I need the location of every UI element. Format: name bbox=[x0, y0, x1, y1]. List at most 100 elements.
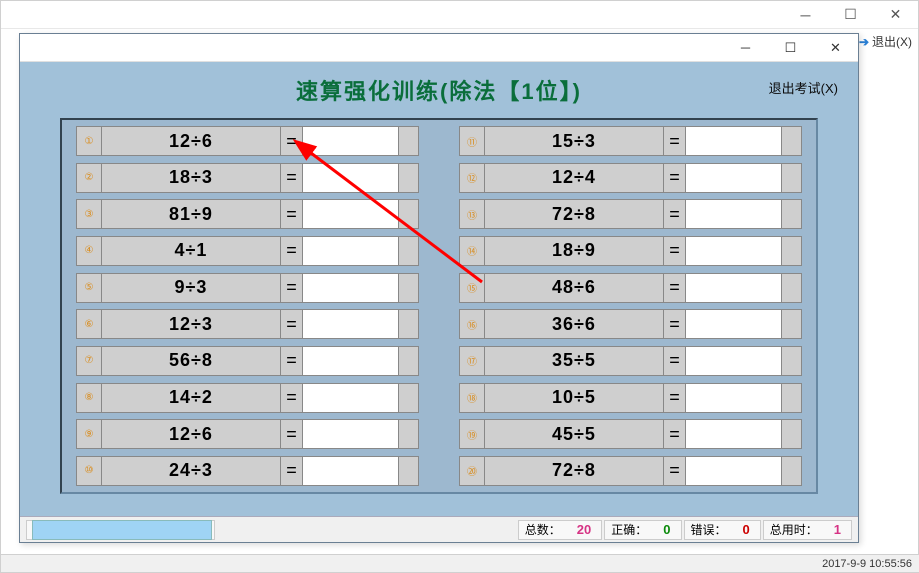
answer-input[interactable] bbox=[303, 456, 399, 486]
result-mark bbox=[399, 273, 419, 303]
wrong-label: 错误： bbox=[685, 521, 733, 538]
answer-input[interactable] bbox=[303, 346, 399, 376]
exit-exam-button[interactable]: 退出考试(X) bbox=[769, 78, 838, 97]
result-mark bbox=[782, 419, 802, 449]
question-expression: 24÷3 bbox=[102, 456, 281, 486]
outer-minimize-button[interactable]: ─ bbox=[783, 1, 828, 29]
answer-input[interactable] bbox=[303, 126, 399, 156]
answer-input[interactable] bbox=[303, 383, 399, 413]
answer-input[interactable] bbox=[686, 346, 782, 376]
question-expression: 15÷3 bbox=[485, 126, 664, 156]
question-row: ②18÷3= bbox=[76, 163, 419, 193]
question-number: ① bbox=[76, 126, 102, 156]
result-mark bbox=[782, 236, 802, 266]
question-number: ⑲ bbox=[459, 419, 485, 449]
question-number: ⑳ bbox=[459, 456, 485, 486]
question-row: ③81÷9= bbox=[76, 199, 419, 229]
equals-sign: = bbox=[281, 236, 303, 266]
outer-exit-button[interactable]: ➔ 退出(X) bbox=[859, 33, 912, 50]
question-number: ② bbox=[76, 163, 102, 193]
answer-input[interactable] bbox=[686, 273, 782, 303]
equals-sign: = bbox=[664, 236, 686, 266]
question-expression: 72÷8 bbox=[485, 456, 664, 486]
question-expression: 48÷6 bbox=[485, 273, 664, 303]
answer-input[interactable] bbox=[686, 236, 782, 266]
equals-sign: = bbox=[664, 309, 686, 339]
question-row: ⑪15÷3= bbox=[459, 126, 802, 156]
equals-sign: = bbox=[664, 456, 686, 486]
question-expression: 81÷9 bbox=[102, 199, 281, 229]
equals-sign: = bbox=[664, 419, 686, 449]
answer-input[interactable] bbox=[303, 163, 399, 193]
answer-input[interactable] bbox=[686, 126, 782, 156]
question-expression: 14÷2 bbox=[102, 383, 281, 413]
total-value: 20 bbox=[567, 522, 601, 537]
question-expression: 4÷1 bbox=[102, 236, 281, 266]
equals-sign: = bbox=[664, 383, 686, 413]
question-expression: 9÷3 bbox=[102, 273, 281, 303]
result-mark bbox=[399, 383, 419, 413]
question-number: ⑧ bbox=[76, 383, 102, 413]
quiz-maximize-button[interactable]: ☐ bbox=[768, 34, 813, 62]
outer-maximize-button[interactable]: ☐ bbox=[828, 1, 873, 29]
equals-sign: = bbox=[281, 346, 303, 376]
result-mark bbox=[782, 456, 802, 486]
outer-exit-label: 退出(X) bbox=[872, 33, 912, 50]
result-mark bbox=[399, 456, 419, 486]
question-number: ③ bbox=[76, 199, 102, 229]
outer-timestamp: 2017-9-9 10:55:56 bbox=[822, 558, 912, 570]
question-expression: 18÷3 bbox=[102, 163, 281, 193]
quiz-titlebar: ─ ☐ ✕ bbox=[20, 34, 858, 62]
equals-sign: = bbox=[281, 309, 303, 339]
question-number: ⑨ bbox=[76, 419, 102, 449]
question-expression: 45÷5 bbox=[485, 419, 664, 449]
equals-sign: = bbox=[281, 419, 303, 449]
status-total: 总数： 20 bbox=[518, 520, 602, 540]
answer-input[interactable] bbox=[686, 309, 782, 339]
equals-sign: = bbox=[664, 126, 686, 156]
question-row: ⑮48÷6= bbox=[459, 273, 802, 303]
question-row: ⑥12÷3= bbox=[76, 309, 419, 339]
question-expression: 12÷4 bbox=[485, 163, 664, 193]
question-number: ⑩ bbox=[76, 456, 102, 486]
equals-sign: = bbox=[664, 346, 686, 376]
question-number: ⑥ bbox=[76, 309, 102, 339]
equals-sign: = bbox=[664, 199, 686, 229]
question-expression: 10÷5 bbox=[485, 383, 664, 413]
answer-input[interactable] bbox=[686, 163, 782, 193]
exit-arrow-icon: ➔ bbox=[859, 35, 869, 49]
time-value: 1 bbox=[824, 522, 851, 537]
quiz-minimize-button[interactable]: ─ bbox=[723, 34, 768, 62]
answer-input[interactable] bbox=[686, 456, 782, 486]
answer-input[interactable] bbox=[303, 236, 399, 266]
answer-input[interactable] bbox=[686, 383, 782, 413]
question-number: ⑯ bbox=[459, 309, 485, 339]
question-row: ⑰35÷5= bbox=[459, 346, 802, 376]
answer-input[interactable] bbox=[686, 419, 782, 449]
answer-input[interactable] bbox=[303, 199, 399, 229]
question-row: ⑦56÷8= bbox=[76, 346, 419, 376]
correct-value: 0 bbox=[653, 522, 680, 537]
answer-input[interactable] bbox=[686, 199, 782, 229]
question-row: ⑨12÷6= bbox=[76, 419, 419, 449]
outer-close-button[interactable]: ✕ bbox=[873, 1, 918, 29]
answer-input[interactable] bbox=[303, 419, 399, 449]
question-row: ⑫12÷4= bbox=[459, 163, 802, 193]
answer-input[interactable] bbox=[303, 309, 399, 339]
question-expression: 35÷5 bbox=[485, 346, 664, 376]
question-row: ⑱10÷5= bbox=[459, 383, 802, 413]
quiz-body: 速算强化训练(除法【1位】) 退出考试(X) ①12÷6=②18÷3=③81÷9… bbox=[20, 62, 858, 542]
question-expression: 72÷8 bbox=[485, 199, 664, 229]
question-column-right: ⑪15÷3=⑫12÷4=⑬72÷8=⑭18÷9=⑮48÷6=⑯36÷6=⑰35÷… bbox=[459, 126, 802, 486]
quiz-close-button[interactable]: ✕ bbox=[813, 34, 858, 62]
question-expression: 56÷8 bbox=[102, 346, 281, 376]
answer-input[interactable] bbox=[303, 273, 399, 303]
equals-sign: = bbox=[281, 273, 303, 303]
question-expression: 18÷9 bbox=[485, 236, 664, 266]
quiz-statusbar: 总数： 20 正确： 0 错误： 0 总用时： 1 bbox=[20, 516, 858, 542]
question-number: ⑮ bbox=[459, 273, 485, 303]
question-expression: 12÷3 bbox=[102, 309, 281, 339]
result-mark bbox=[782, 273, 802, 303]
question-expression: 12÷6 bbox=[102, 126, 281, 156]
equals-sign: = bbox=[281, 199, 303, 229]
